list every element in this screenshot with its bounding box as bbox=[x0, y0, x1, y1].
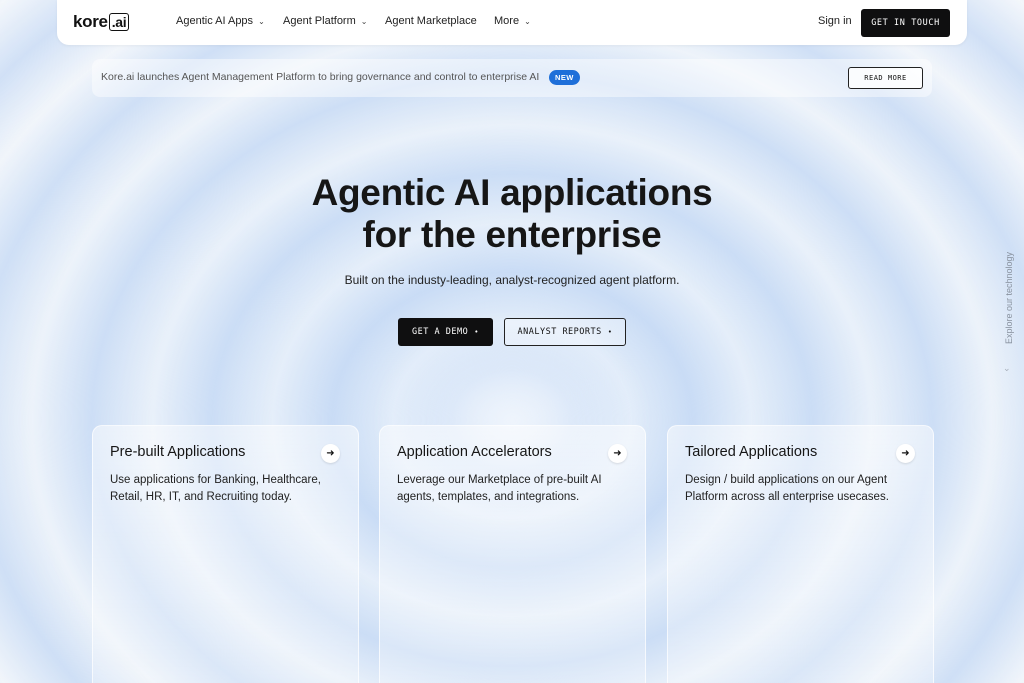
banner-text[interactable]: Kore.ai launches Agent Management Platfo… bbox=[101, 71, 539, 83]
card-title: Tailored Applications bbox=[685, 444, 818, 460]
card-title: Application Accelerators bbox=[397, 444, 552, 460]
top-navbar: kore .ai Agentic AI Apps ⌄ Agent Platform… bbox=[57, 0, 967, 45]
announcement-banner: Kore.ai launches Agent Management Platfo… bbox=[92, 59, 932, 97]
nav-item-label: Agentic AI Apps bbox=[176, 15, 254, 27]
logo-wordmark: kore bbox=[73, 12, 108, 31]
analyst-reports-button[interactable]: ANALYST REPORTS • bbox=[504, 318, 626, 346]
button-label: GET A DEMO bbox=[412, 327, 469, 337]
get-a-demo-button[interactable]: GET A DEMO • bbox=[398, 318, 493, 346]
new-badge: NEW bbox=[549, 70, 580, 85]
card-prebuilt-applications[interactable]: Pre-built Applications ➜ Use application… bbox=[92, 425, 359, 683]
chevron-down-icon: ⌄ bbox=[524, 16, 531, 26]
card-application-accelerators[interactable]: Application Accelerators ➜ Leverage our … bbox=[379, 425, 646, 683]
read-more-button[interactable]: READ MORE bbox=[848, 67, 923, 89]
nav-item-agentic-ai-apps[interactable]: Agentic AI Apps ⌄ bbox=[176, 15, 265, 27]
chevron-down-icon: ⌄ bbox=[258, 16, 265, 26]
card-description: Leverage our Marketplace of pre-built AI… bbox=[397, 474, 602, 503]
nav-item-more[interactable]: More ⌄ bbox=[494, 15, 531, 27]
chevron-down-icon[interactable]: ⌄ bbox=[1003, 363, 1011, 374]
dot-icon: • bbox=[607, 328, 613, 336]
arrow-right-icon[interactable]: ➜ bbox=[896, 444, 915, 463]
nav-item-agent-platform[interactable]: Agent Platform ⌄ bbox=[283, 15, 367, 27]
hero-title-line-2: for the enterprise bbox=[362, 214, 662, 255]
hero-subtitle: Built on the industy-leading, analyst-re… bbox=[344, 273, 680, 287]
button-label: ANALYST REPORTS bbox=[517, 327, 602, 337]
logo-ai-mark: .ai bbox=[108, 13, 130, 31]
card-tailored-applications[interactable]: Tailored Applications ➜ Design / build a… bbox=[667, 425, 934, 683]
nav-item-label: More bbox=[494, 15, 520, 27]
sign-in-link[interactable]: Sign in bbox=[818, 15, 852, 27]
arrow-right-icon[interactable]: ➜ bbox=[321, 444, 340, 463]
nav-item-label: Agent Marketplace bbox=[385, 15, 477, 27]
card-description: Use applications for Banking, Healthcare… bbox=[110, 474, 321, 503]
kore-logo[interactable]: kore .ai bbox=[73, 12, 130, 32]
nav-item-agent-marketplace[interactable]: Agent Marketplace bbox=[385, 15, 477, 27]
nav-item-label: Agent Platform bbox=[283, 15, 356, 27]
explore-technology-label[interactable]: Explore our technology bbox=[1004, 252, 1014, 344]
card-description: Design / build applications on our Agent… bbox=[685, 474, 889, 503]
card-title: Pre-built Applications bbox=[110, 444, 246, 460]
arrow-right-icon[interactable]: ➜ bbox=[608, 444, 627, 463]
dot-icon: • bbox=[474, 328, 479, 336]
hero-title-line-1: Agentic AI applications bbox=[311, 172, 713, 213]
get-in-touch-button[interactable]: GET IN TOUCH bbox=[861, 9, 950, 37]
chevron-down-icon: ⌄ bbox=[360, 16, 368, 26]
